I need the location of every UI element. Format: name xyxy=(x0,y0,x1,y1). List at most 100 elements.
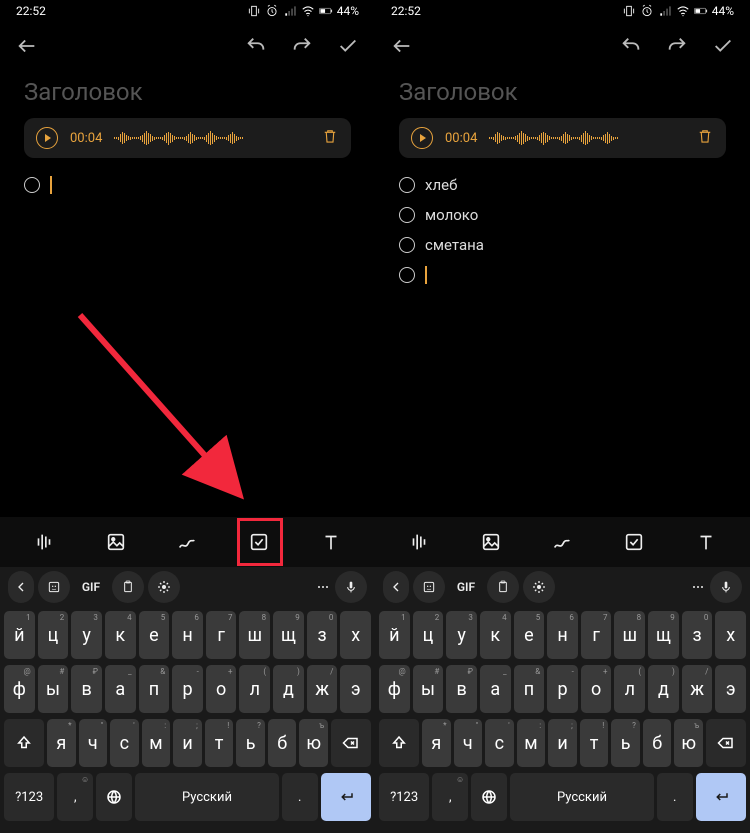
key-п[interactable]: п& xyxy=(139,665,170,713)
key-у[interactable]: у3 xyxy=(71,611,102,659)
key-э[interactable]: э xyxy=(715,665,746,713)
key-а[interactable]: а_ xyxy=(480,665,511,713)
play-audio-button[interactable] xyxy=(411,127,433,149)
key-ш[interactable]: ш8 xyxy=(239,611,270,659)
key-й[interactable]: й1 xyxy=(379,611,410,659)
draw-button[interactable] xyxy=(540,520,584,564)
key-щ[interactable]: щ9 xyxy=(648,611,679,659)
key-й[interactable]: й1 xyxy=(4,611,35,659)
redo-icon[interactable] xyxy=(291,35,313,57)
undo-icon[interactable] xyxy=(245,35,267,57)
key-с[interactable]: с' xyxy=(110,719,139,767)
key-з[interactable]: з0 xyxy=(682,611,713,659)
undo-icon[interactable] xyxy=(620,35,642,57)
checkbox-icon[interactable] xyxy=(399,207,415,223)
delete-audio-button[interactable] xyxy=(321,127,339,149)
key-х[interactable]: х xyxy=(340,611,371,659)
enter-key[interactable] xyxy=(321,773,371,821)
key-ж[interactable]: ж/ xyxy=(682,665,713,713)
checklist-item[interactable]: хлеб xyxy=(399,170,726,200)
key-с[interactable]: с' xyxy=(485,719,514,767)
key-д[interactable]: д) xyxy=(648,665,679,713)
key-ц[interactable]: ц2 xyxy=(413,611,444,659)
key-м[interactable]: м: xyxy=(517,719,546,767)
sticker-button[interactable] xyxy=(38,571,70,603)
key-к[interactable]: к4 xyxy=(480,611,511,659)
space-key[interactable]: Русский xyxy=(510,773,654,821)
key-ю[interactable]: юъ xyxy=(299,719,328,767)
key-ф[interactable]: ф@ xyxy=(4,665,35,713)
checkbox-icon[interactable] xyxy=(399,237,415,253)
key-ч[interactable]: ч" xyxy=(79,719,108,767)
key-л[interactable]: л( xyxy=(614,665,645,713)
key-ф[interactable]: ф@ xyxy=(379,665,410,713)
key-ь[interactable]: ь? xyxy=(611,719,640,767)
shift-key[interactable] xyxy=(4,719,44,767)
text-format-button[interactable] xyxy=(684,520,728,564)
key-е[interactable]: е5 xyxy=(139,611,170,659)
space-key[interactable]: Русский xyxy=(135,773,279,821)
key-ы[interactable]: ы# xyxy=(38,665,69,713)
key-р[interactable]: р- xyxy=(547,665,578,713)
checklist[interactable]: хлебмолокосметана xyxy=(375,170,750,290)
note-title-input[interactable]: Заголовок xyxy=(375,70,750,118)
key-ш[interactable]: ш8 xyxy=(614,611,645,659)
key-д[interactable]: д) xyxy=(273,665,304,713)
key-а[interactable]: а_ xyxy=(105,665,136,713)
checklist-button[interactable] xyxy=(237,520,281,564)
key-м[interactable]: м: xyxy=(142,719,171,767)
key-и[interactable]: и; xyxy=(173,719,202,767)
mic-button[interactable] xyxy=(710,571,742,603)
key-г[interactable]: г7 xyxy=(581,611,612,659)
gif-button[interactable]: GIF xyxy=(74,571,108,603)
settings-button[interactable] xyxy=(523,571,555,603)
voice-record-button[interactable] xyxy=(22,520,66,564)
enter-key[interactable] xyxy=(696,773,746,821)
key-я[interactable]: я* xyxy=(47,719,76,767)
audio-waveform[interactable] xyxy=(114,129,309,147)
clipboard-button[interactable] xyxy=(487,571,519,603)
audio-waveform[interactable] xyxy=(489,129,684,147)
key-о[interactable]: о+ xyxy=(581,665,612,713)
checklist-item[interactable]: сметана xyxy=(399,230,726,260)
key-л[interactable]: л( xyxy=(239,665,270,713)
key-ж[interactable]: ж/ xyxy=(307,665,338,713)
settings-button[interactable] xyxy=(148,571,180,603)
checkbox-icon[interactable] xyxy=(24,177,40,193)
delete-audio-button[interactable] xyxy=(696,127,714,149)
key-б[interactable]: б xyxy=(268,719,297,767)
key-б[interactable]: б xyxy=(643,719,672,767)
key-т[interactable]: т! xyxy=(205,719,234,767)
checklist-item[interactable] xyxy=(399,260,726,290)
text-format-button[interactable] xyxy=(309,520,353,564)
language-key[interactable] xyxy=(96,773,132,821)
checkbox-icon[interactable] xyxy=(399,267,415,283)
more-button[interactable] xyxy=(315,571,331,603)
back-icon[interactable] xyxy=(391,35,413,57)
draw-button[interactable] xyxy=(165,520,209,564)
gif-button[interactable]: GIF xyxy=(449,571,483,603)
key-з[interactable]: з0 xyxy=(307,611,338,659)
language-key[interactable] xyxy=(471,773,507,821)
key-к[interactable]: к4 xyxy=(105,611,136,659)
key-н[interactable]: н6 xyxy=(547,611,578,659)
symbols-key[interactable]: ?123 xyxy=(4,773,54,821)
key-п[interactable]: п& xyxy=(514,665,545,713)
backspace-key[interactable] xyxy=(706,719,746,767)
symbols-key[interactable]: ?123 xyxy=(379,773,429,821)
back-icon[interactable] xyxy=(16,35,38,57)
done-icon[interactable] xyxy=(337,35,359,57)
note-title-input[interactable]: Заголовок xyxy=(0,70,375,118)
key-т[interactable]: т! xyxy=(580,719,609,767)
key-в[interactable]: в₽ xyxy=(446,665,477,713)
key-ц[interactable]: ц2 xyxy=(38,611,69,659)
checklist-item[interactable] xyxy=(24,170,351,200)
checklist[interactable] xyxy=(0,170,375,200)
voice-record-button[interactable] xyxy=(397,520,441,564)
play-audio-button[interactable] xyxy=(36,127,58,149)
key-щ[interactable]: щ9 xyxy=(273,611,304,659)
clipboard-button[interactable] xyxy=(112,571,144,603)
image-button[interactable] xyxy=(94,520,138,564)
more-button[interactable] xyxy=(690,571,706,603)
key-в[interactable]: в₽ xyxy=(71,665,102,713)
